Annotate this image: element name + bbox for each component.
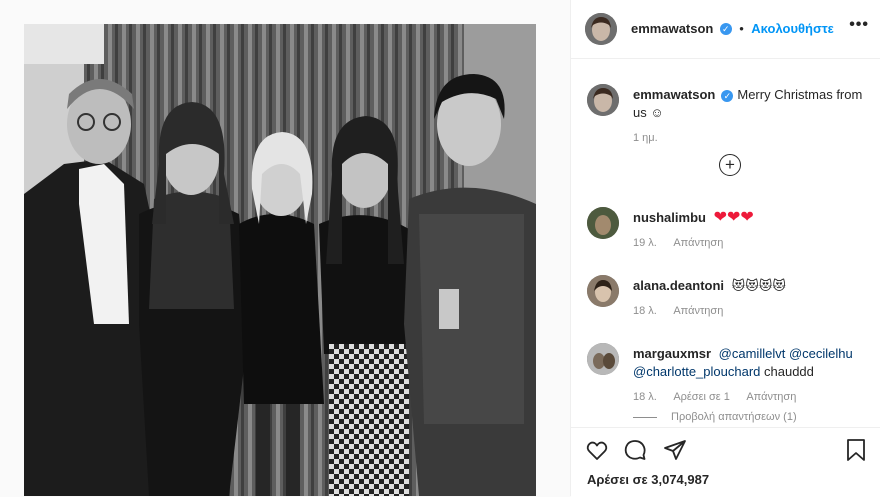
comment-text: 😻😻😻😻 (731, 278, 786, 293)
paper-plane-icon[interactable] (663, 438, 687, 462)
avatar-image (587, 275, 619, 307)
separator-dot: • (739, 21, 744, 36)
verified-badge-icon: ✓ (721, 89, 734, 102)
caption: emmawatson ✓ Merry Christmas from us ☺ 1 η… (587, 82, 867, 152)
more-options-icon[interactable]: ••• (849, 16, 869, 34)
comment-meta: 19 λ. Απάντηση (633, 237, 737, 249)
caption-meta: 1 ημ. (633, 132, 672, 144)
view-replies-button[interactable]: Προβολή απαντήσεων (1) (671, 411, 797, 423)
post-actions-footer: Αρέσει σε 3,074,987 (571, 427, 880, 497)
reply-button[interactable]: Απάντηση (746, 391, 796, 403)
view-replies-row[interactable]: Προβολή απαντήσεων (1) (633, 411, 811, 423)
author-handle[interactable]: emmawatson (631, 21, 713, 36)
comment-text: ❤❤❤ (713, 209, 754, 226)
comment-mention[interactable]: @camillelvt (719, 346, 786, 361)
comment-avatar[interactable] (587, 343, 619, 375)
load-more-comments-button[interactable]: + (719, 154, 741, 176)
header-author-line: emmawatson ✓ • Ακολουθήστε (631, 20, 834, 38)
bookmark-icon[interactable] (845, 438, 867, 462)
avatar-image (587, 207, 619, 239)
comment-author[interactable]: margauxmsr (633, 346, 711, 361)
post-header: emmawatson ✓ • Ακολουθήστε ••• (571, 0, 880, 59)
verified-badge-icon: ✓ (719, 22, 732, 35)
comment-text-block: alana.deantoni 😻😻😻😻 (633, 277, 863, 295)
comment-age[interactable]: 19 λ. (633, 237, 657, 249)
caption-age[interactable]: 1 ημ. (633, 132, 658, 144)
comment-mention[interactable]: @cecilelhu (789, 346, 853, 361)
comment-likes[interactable]: Αρέσει σε 1 (673, 391, 730, 403)
reply-button[interactable]: Απάντηση (673, 237, 723, 249)
heart-outline-icon[interactable] (585, 438, 609, 462)
comment-text-block: margauxmsr @camillelvt @cecilelhu @charl… (633, 345, 863, 381)
group-photo-illustration (24, 24, 536, 496)
comment-avatar[interactable] (587, 275, 619, 307)
comment-author[interactable]: nushalimbu (633, 210, 706, 225)
comment-author[interactable]: alana.deantoni (633, 278, 724, 293)
comment-text: chauddd (764, 364, 814, 379)
comments-area[interactable]: emmawatson ✓ Merry Christmas from us ☺ 1 η… (571, 59, 880, 426)
avatar-image (585, 13, 617, 45)
follow-button[interactable]: Ακολουθήστε (751, 21, 834, 36)
comment-age[interactable]: 18 λ. (633, 391, 657, 403)
post-photo[interactable] (24, 24, 536, 496)
author-avatar[interactable] (585, 13, 617, 45)
comment-bubble-icon[interactable] (623, 438, 647, 462)
caption-text-block: emmawatson ✓ Merry Christmas from us ☺ (633, 86, 863, 122)
comment-meta: 18 λ. Αρέσει σε 1 Απάντηση (633, 391, 810, 403)
avatar-image (587, 343, 619, 375)
comment-avatar[interactable] (587, 207, 619, 239)
comment-age[interactable]: 18 λ. (633, 305, 657, 317)
comment-meta: 18 λ. Απάντηση (633, 305, 737, 317)
comment-item: nushalimbu ❤❤❤ 19 λ. Απάντηση (587, 205, 867, 255)
comment-item: alana.deantoni 😻😻😻😻 18 λ. Απάντηση (587, 273, 867, 323)
reply-button[interactable]: Απάντηση (673, 305, 723, 317)
comment-mention[interactable]: @charlotte_plouchard (633, 364, 760, 379)
avatar-image (587, 84, 619, 116)
replies-divider (633, 416, 657, 418)
post-side-panel: emmawatson ✓ • Ακολουθήστε ••• emmawatso… (570, 0, 880, 497)
comment-text-block: nushalimbu ❤❤❤ (633, 209, 863, 227)
caption-avatar[interactable] (587, 84, 619, 116)
likes-count[interactable]: Αρέσει σε 3,074,987 (587, 472, 709, 487)
comment-item: margauxmsr @camillelvt @cecilelhu @charl… (587, 341, 867, 426)
caption-author[interactable]: emmawatson (633, 87, 715, 102)
